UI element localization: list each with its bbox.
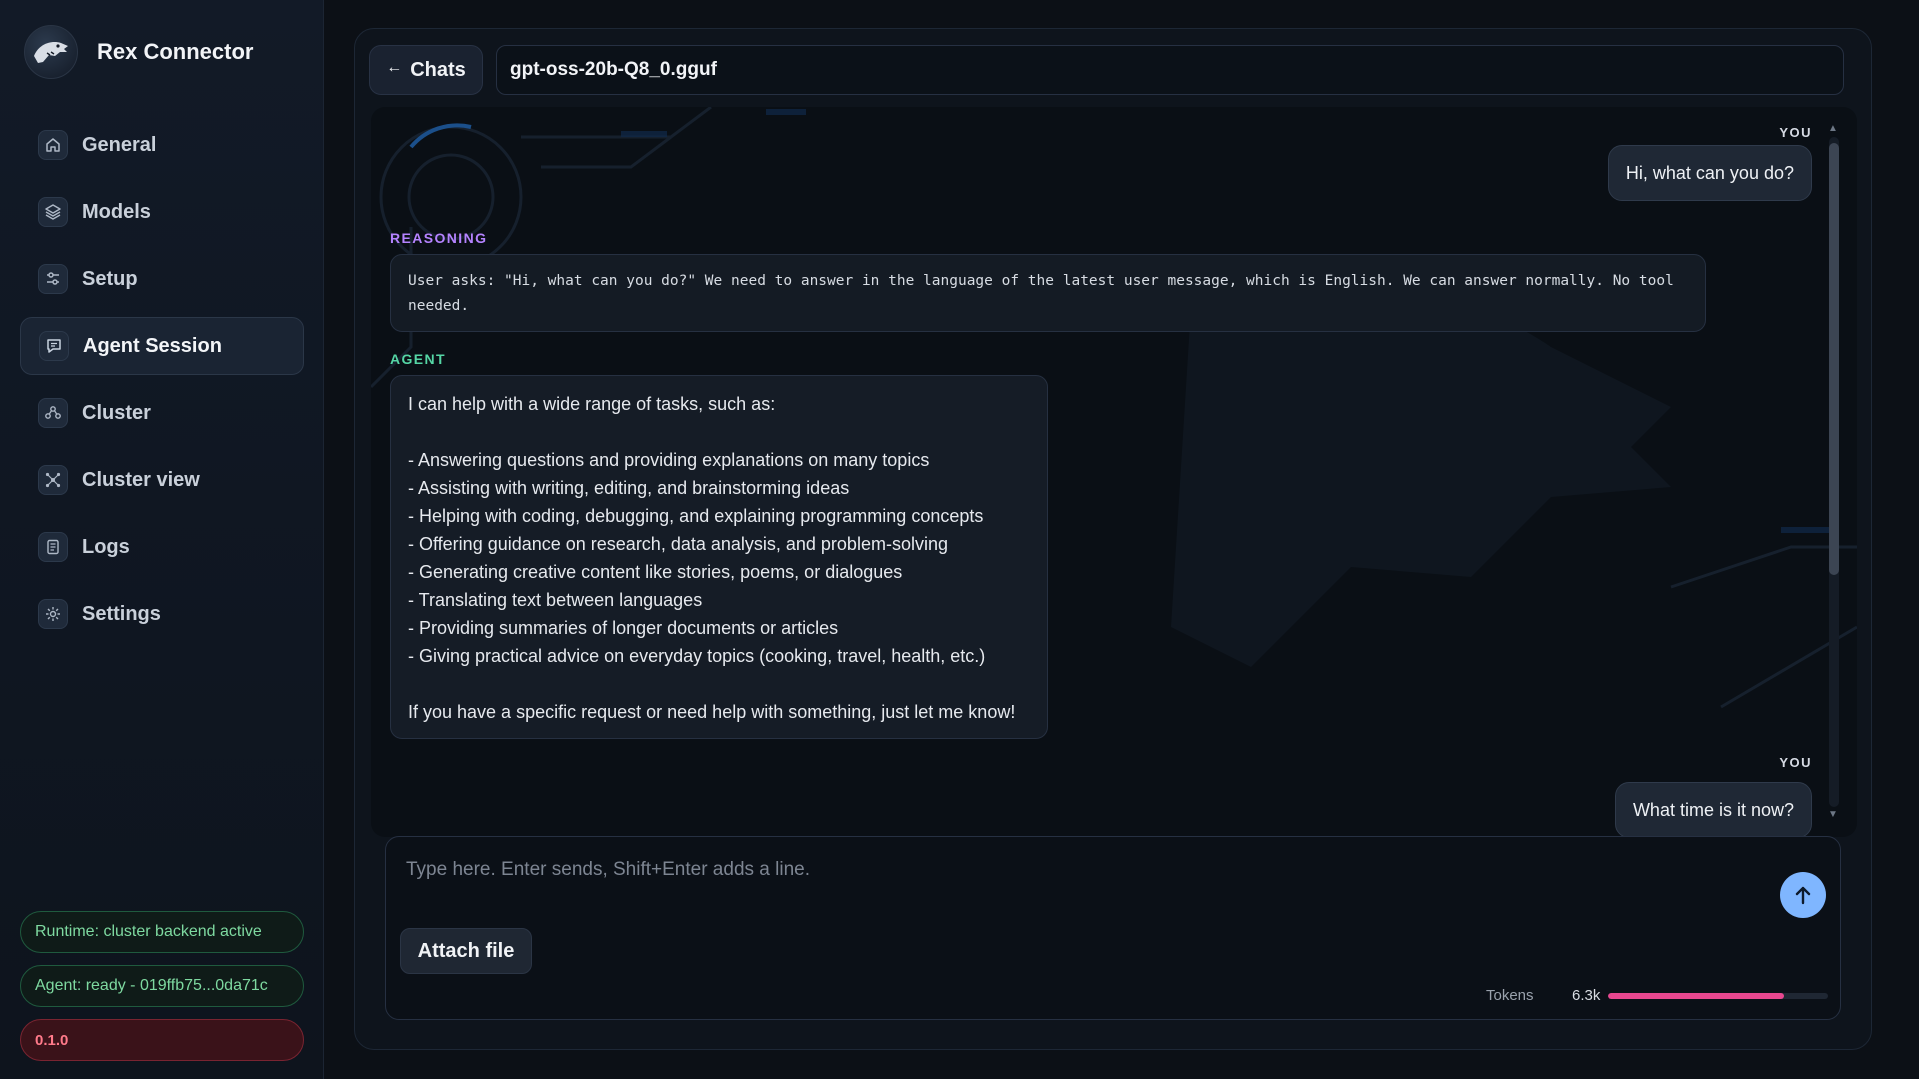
agent-status-badge: Agent: ready - 019ffb75...0da71c — [20, 965, 304, 1007]
tokens-value: 6.3k — [1572, 987, 1601, 1004]
tokens-label: Tokens — [1486, 987, 1534, 1004]
role-label-you: YOU — [1779, 755, 1812, 770]
brand: Rex Connector — [24, 25, 253, 79]
sidebar-item-cluster[interactable]: Cluster — [20, 384, 304, 442]
attach-file-button[interactable]: Attach file — [400, 928, 532, 974]
sidebar-item-models[interactable]: Models — [20, 183, 304, 241]
sidebar-item-label: General — [82, 133, 157, 156]
gear-icon — [38, 599, 68, 629]
layers-icon — [38, 197, 68, 227]
model-name-field[interactable]: gpt-oss-20b-Q8_0.gguf — [496, 45, 1844, 95]
sliders-icon — [38, 264, 68, 294]
sidebar-item-label: Cluster — [82, 401, 151, 424]
sidebar-item-label: Logs — [82, 535, 130, 558]
tokens-progress-fill — [1608, 993, 1784, 999]
cluster-icon — [38, 398, 68, 428]
chat-icon — [39, 331, 69, 361]
sidebar-item-settings[interactable]: Settings — [20, 585, 304, 643]
runtime-status-badge: Runtime: cluster backend active — [20, 911, 304, 953]
network-icon — [38, 465, 68, 495]
arrow-up-icon — [1795, 886, 1811, 905]
sidebar-item-label: Settings — [82, 602, 161, 625]
role-label-reasoning: REASONING — [390, 230, 488, 246]
send-button[interactable] — [1780, 872, 1826, 918]
sidebar-item-label: Setup — [82, 267, 138, 290]
sidebar-item-label: Agent Session — [83, 334, 222, 357]
scroll-down-arrow-icon[interactable]: ▼ — [1826, 809, 1840, 821]
chat-area[interactable]: YOU Hi, what can you do? REASONING User … — [371, 107, 1857, 837]
version-badge: 0.1.0 — [20, 1019, 304, 1061]
app-title: Rex Connector — [97, 39, 254, 64]
role-label-agent: AGENT — [390, 351, 446, 367]
scroll-up-arrow-icon[interactable]: ▲ — [1826, 123, 1840, 135]
user-message-bubble: What time is it now? — [1614, 782, 1812, 837]
sidebar-item-agent-session[interactable]: Agent Session — [20, 317, 304, 375]
sidebar-item-logs[interactable]: Logs — [20, 518, 304, 576]
chat-scrollbar[interactable]: ▲ ▼ — [1826, 123, 1840, 821]
message-composer: Attach file Tokens 6.3k — [385, 836, 1841, 1020]
message-input[interactable] — [404, 851, 1688, 889]
home-icon — [38, 130, 68, 160]
sidebar-item-label: Models — [82, 200, 151, 223]
reasoning-message-box: User asks: "Hi, what can you do?" We nee… — [390, 254, 1706, 332]
back-to-chats-button[interactable]: ← Chats — [369, 45, 483, 95]
sidebar-item-general[interactable]: General — [20, 116, 304, 174]
back-label: Chats — [410, 58, 466, 81]
agent-message-bubble: I can help with a wide range of tasks, s… — [390, 375, 1048, 739]
sidebar: Rex Connector General Models Setup Agent… — [0, 0, 324, 1079]
scroll-thumb[interactable] — [1829, 143, 1839, 575]
arrow-left-icon: ← — [386, 59, 403, 76]
dinosaur-logo-icon — [24, 25, 78, 79]
user-message-bubble: Hi, what can you do? — [1607, 145, 1812, 201]
sidebar-item-cluster-view[interactable]: Cluster view — [20, 451, 304, 509]
role-label-you: YOU — [1779, 125, 1812, 140]
sidebar-item-label: Cluster view — [82, 468, 200, 491]
tokens-progress-bar — [1608, 993, 1828, 999]
logs-icon — [38, 532, 68, 562]
sidebar-nav: General Models Setup Agent Session Clust… — [20, 116, 304, 652]
sidebar-item-setup[interactable]: Setup — [20, 250, 304, 308]
